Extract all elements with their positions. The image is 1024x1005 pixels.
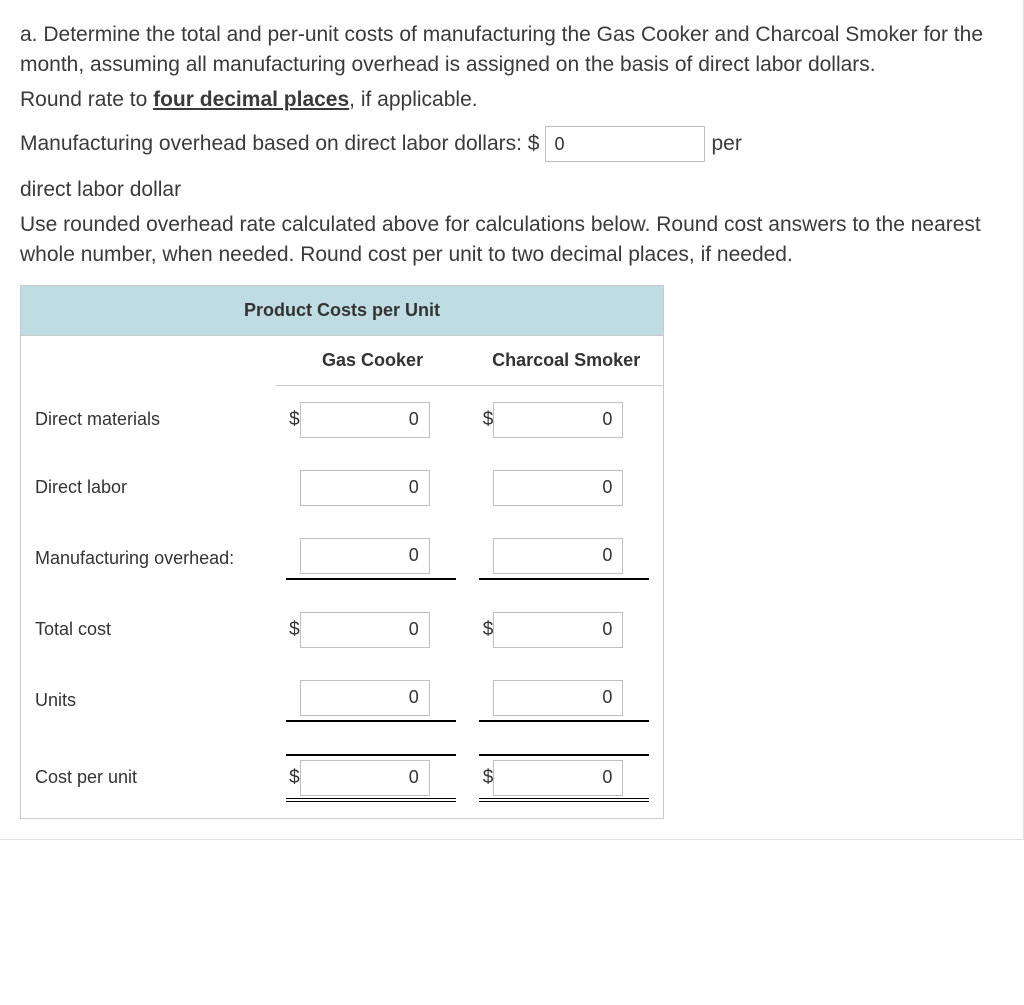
input-total-charcoal[interactable] [493,612,623,648]
round-emphasis: four decimal places [153,88,349,111]
row-total-cost: Total cost $ $ [21,596,663,664]
direct-labor-dollar-text: direct labor dollar [20,175,999,205]
dollar-sign: $ [479,767,493,789]
label-units: Units [21,664,276,738]
col-header-gas: Gas Cooker [276,336,470,386]
label-cost-per-unit: Cost per unit [21,738,276,818]
dollar-sign: $ [286,767,300,789]
overhead-label-suffix: per [711,123,741,165]
row-manufacturing-overhead: Manufacturing overhead: [21,522,663,596]
dollar-sign: $ [479,619,493,641]
round-suffix: , if applicable. [349,88,477,111]
overhead-label-prefix: Manufacturing overhead based on direct l… [20,123,539,165]
row-cost-per-unit: Cost per unit $ $ [21,738,663,818]
overhead-rate-row: Manufacturing overhead based on direct l… [20,123,999,165]
label-direct-materials: Direct materials [21,385,276,454]
dollar-sign: $ [286,409,300,431]
dollar-sign: $ [286,619,300,641]
row-direct-labor: Direct labor [21,454,663,522]
input-dm-charcoal[interactable] [493,402,623,438]
instructions-2: Use rounded overhead rate calculated abo… [20,210,999,271]
label-manufacturing-overhead: Manufacturing overhead: [21,522,276,596]
product-costs-table: Product Costs per Unit Gas Cooker Charco… [20,285,664,819]
input-units-gas[interactable] [300,680,430,716]
input-dl-gas[interactable] [300,470,430,506]
overhead-rate-input[interactable] [545,126,705,162]
input-dm-gas[interactable] [300,402,430,438]
question-part-a: a. Determine the total and per-unit cost… [20,20,999,81]
input-cpu-charcoal[interactable] [493,760,623,796]
table-title: Product Costs per Unit [21,286,663,336]
input-total-gas[interactable] [300,612,430,648]
input-moh-charcoal[interactable] [493,538,623,574]
col-header-charcoal: Charcoal Smoker [469,336,663,386]
input-dl-charcoal[interactable] [493,470,623,506]
row-units: Units [21,664,663,738]
round-instruction: Round rate to four decimal places, if ap… [20,85,999,115]
input-units-charcoal[interactable] [493,680,623,716]
label-direct-labor: Direct labor [21,454,276,522]
input-moh-gas[interactable] [300,538,430,574]
dollar-sign: $ [479,409,493,431]
label-total-cost: Total cost [21,596,276,664]
input-cpu-gas[interactable] [300,760,430,796]
round-prefix: Round rate to [20,88,153,111]
row-direct-materials: Direct materials $ $ [21,385,663,454]
